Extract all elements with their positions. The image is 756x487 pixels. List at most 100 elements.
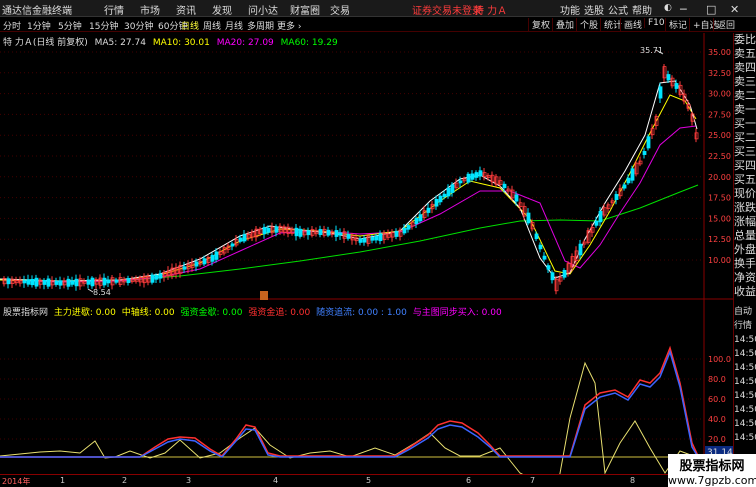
- candle-body: [562, 269, 567, 278]
- menu-market[interactable]: 市场: [140, 2, 160, 17]
- candle-body: [666, 74, 671, 81]
- menu-formula[interactable]: 公式: [608, 2, 628, 17]
- red-fund-label: 强资金追: 0.00: [248, 308, 311, 318]
- side-panel-item[interactable]: 卖三: [734, 75, 756, 89]
- side-panel-item[interactable]: 净资: [734, 271, 756, 285]
- period-monthly[interactable]: 月线: [225, 19, 243, 32]
- menu-quotes[interactable]: 行情: [104, 2, 124, 17]
- overlay-button[interactable]: 叠加: [552, 18, 574, 31]
- price-tick: 12.50: [708, 235, 731, 244]
- period-tick[interactable]: 分时: [3, 19, 21, 32]
- candle-body: [6, 278, 11, 285]
- f10-button[interactable]: F10: [644, 18, 665, 28]
- period-30min[interactable]: 30分钟: [124, 19, 153, 32]
- side-panel-item[interactable]: 收益: [734, 285, 756, 299]
- ma10-line: [0, 94, 697, 282]
- menu-function[interactable]: 功能: [560, 2, 580, 17]
- period-1min[interactable]: 1分钟: [27, 19, 51, 32]
- side-panel-item[interactable]: 买四: [734, 159, 756, 173]
- menu-help[interactable]: 帮助: [632, 2, 652, 17]
- side-panel-item[interactable]: 卖一: [734, 103, 756, 117]
- date-month-5: 5: [366, 476, 372, 485]
- period-weekly[interactable]: 周线: [203, 19, 221, 32]
- candles: [2, 64, 699, 295]
- side-panel-item[interactable]: 外盘: [734, 243, 756, 257]
- menu-discover[interactable]: 发现: [212, 2, 232, 17]
- candle-body: [402, 227, 407, 234]
- side-panel-item[interactable]: 卖四: [734, 61, 756, 75]
- side-panel-item[interactable]: 买二: [734, 131, 756, 145]
- side-panel-item[interactable]: 14:50: [734, 389, 756, 403]
- side-panel-item[interactable]: 14:50: [734, 403, 756, 417]
- side-panel-item[interactable]: 买一: [734, 117, 756, 131]
- side-panel-item[interactable]: 涨跌: [734, 201, 756, 215]
- stats-button[interactable]: 统计: [600, 18, 622, 31]
- candle-body: [362, 238, 367, 243]
- candle-body: [542, 255, 547, 260]
- back-button[interactable]: 返回: [713, 18, 735, 31]
- menu-wealth[interactable]: 财富圈: [290, 2, 320, 17]
- menu-trade[interactable]: 交易: [330, 2, 350, 17]
- stock-button[interactable]: 个股: [576, 18, 598, 31]
- date-month-3: 3: [186, 476, 192, 485]
- adjust-button[interactable]: 复权: [528, 18, 550, 31]
- price-tick: 17.50: [708, 194, 731, 203]
- side-panel-item[interactable]: 总量: [734, 229, 756, 243]
- candle-body: [74, 278, 79, 287]
- event-marker-icon[interactable]: [260, 291, 268, 300]
- side-panel-item[interactable]: 卖五: [734, 47, 756, 61]
- candle-body: [262, 227, 267, 235]
- side-panel-item[interactable]: 14:50: [734, 333, 756, 347]
- side-panel-item[interactable]: 14:50: [734, 417, 756, 431]
- maximize-button[interactable]: □: [706, 3, 716, 16]
- side-panel-item[interactable]: 买五: [734, 173, 756, 187]
- period-daily[interactable]: 日线: [181, 19, 199, 32]
- ma5-line: [0, 80, 698, 282]
- indicator-name[interactable]: 股票指标网: [3, 308, 48, 318]
- date-month-7: 7: [530, 476, 536, 485]
- candle-body: [374, 235, 379, 241]
- draw-button[interactable]: 画线: [620, 18, 642, 31]
- skin-icon[interactable]: ◐: [664, 3, 672, 13]
- side-panel-item[interactable]: 换手: [734, 257, 756, 271]
- side-panel-item[interactable]: 自动: [734, 305, 756, 319]
- side-panel-item[interactable]: 涨幅: [734, 215, 756, 229]
- side-panel-item[interactable]: 14:50: [734, 361, 756, 375]
- side-panel-item[interactable]: 14:50: [734, 431, 756, 445]
- candle-body: [378, 233, 383, 242]
- side-panel-item[interactable]: 14:50: [734, 375, 756, 389]
- menu-select[interactable]: 选股: [584, 2, 604, 17]
- side-panel-item[interactable]: 行情: [734, 319, 756, 333]
- period-5min[interactable]: 5分钟: [58, 19, 82, 32]
- side-panel-item[interactable]: 委比: [734, 33, 756, 47]
- minimize-button[interactable]: ─: [680, 3, 687, 16]
- side-panel-item[interactable]: 现价: [734, 187, 756, 201]
- ma20-line: [0, 125, 697, 283]
- side-panel-item[interactable]: 买三: [734, 145, 756, 159]
- indicator-tick: 20.0: [708, 435, 726, 444]
- candle-body: [202, 258, 207, 265]
- candle-body: [406, 225, 411, 230]
- candle-body: [54, 280, 59, 285]
- candle-body: [538, 244, 543, 250]
- side-panel-item[interactable]: 14:50: [734, 347, 756, 361]
- menu-news[interactable]: 资讯: [176, 2, 196, 17]
- period-more[interactable]: 更多 ›: [277, 19, 301, 32]
- side-panel-item[interactable]: 卖二: [734, 89, 756, 103]
- period-multi[interactable]: 多周期: [247, 19, 274, 32]
- login-notice[interactable]: 证券交易未登录: [412, 2, 482, 17]
- mid-axis-label: 中轴线: 0.00: [121, 308, 175, 318]
- candle-body: [414, 217, 419, 225]
- close-button[interactable]: ✕: [730, 3, 739, 16]
- candle-body: [338, 232, 343, 236]
- candle-body: [102, 277, 107, 286]
- candle-body: [642, 151, 647, 155]
- candle-body: [614, 194, 619, 200]
- kline-chart[interactable]: 35.71 8.54 35.00 32.50 30.00 27.50 25.00 22.5…: [0, 33, 733, 474]
- candle-body: [370, 236, 375, 241]
- period-15min[interactable]: 15分钟: [89, 19, 118, 32]
- date-month-6: 6: [466, 476, 472, 485]
- mark-button[interactable]: 标记: [665, 18, 687, 31]
- candle-body: [294, 227, 299, 237]
- menu-ask[interactable]: 问小达: [248, 2, 278, 17]
